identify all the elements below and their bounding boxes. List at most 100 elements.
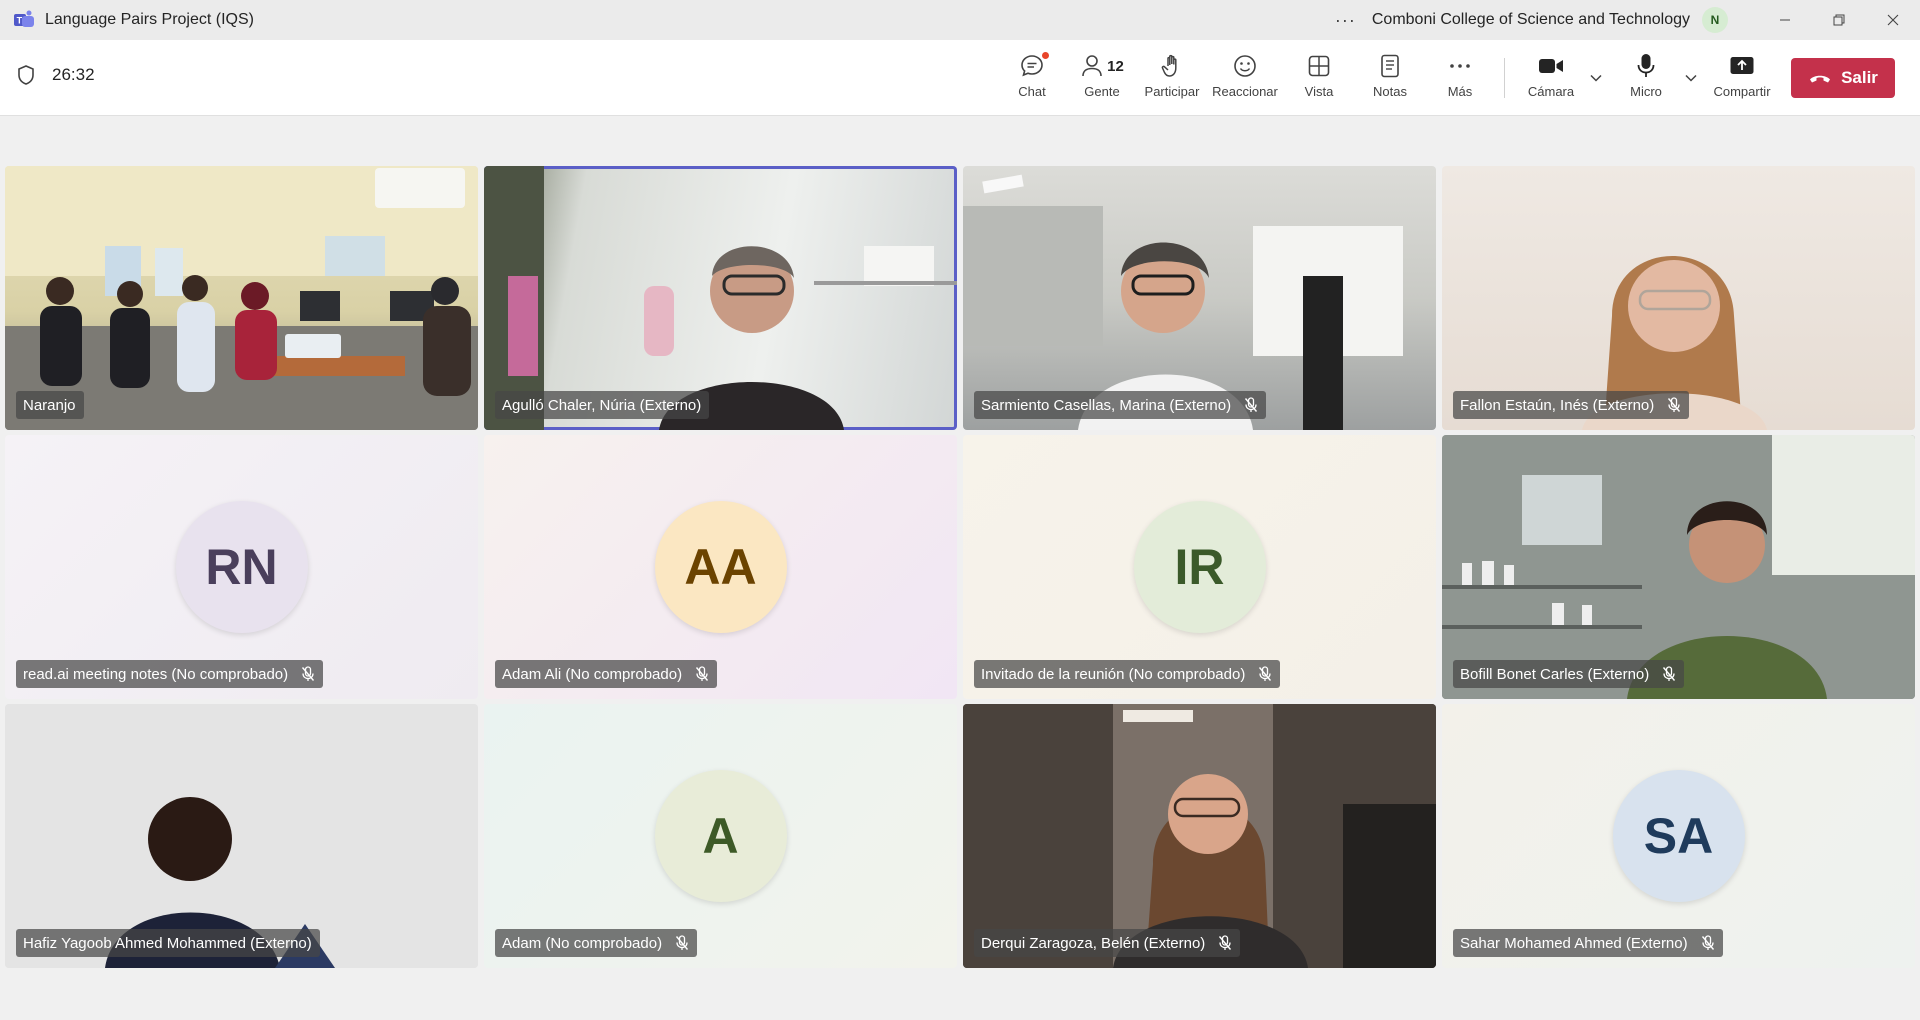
participant-name: Derqui Zaragoza, Belén (Externo): [981, 934, 1206, 952]
mic-off-icon: [1218, 935, 1232, 951]
shield-icon: [18, 65, 34, 85]
participant-name-tag: read.ai meeting notes (No comprobado): [16, 660, 324, 688]
close-button[interactable]: [1866, 0, 1920, 40]
participant-avatar: A: [654, 770, 787, 902]
chat-notification-dot: [1042, 52, 1049, 59]
raise-hand-button[interactable]: Participar: [1137, 50, 1207, 106]
participant-avatar: RN: [175, 501, 308, 633]
share-button[interactable]: Compartir: [1707, 50, 1777, 106]
participant-name: Invitado de la reunión (No comprobado): [981, 665, 1246, 683]
react-label: Reaccionar: [1212, 84, 1278, 99]
raise-hand-icon: [1161, 54, 1177, 77]
leave-button[interactable]: Salir: [1791, 58, 1895, 98]
svg-text:T: T: [17, 16, 23, 26]
mic-off-icon: [675, 935, 689, 951]
chevron-down-icon: [1590, 74, 1602, 82]
people-label: Gente: [1084, 84, 1120, 99]
microphone-label: Micro: [1630, 84, 1662, 99]
participant-name-tag: Sahar Mohamed Ahmed (Externo): [1453, 929, 1723, 957]
share-screen-icon: [1730, 57, 1754, 74]
participant-tile[interactable]: RN read.ai meeting notes (No comprobado): [5, 435, 478, 699]
people-count: 12: [1107, 57, 1124, 75]
participant-tile[interactable]: Hafiz Yagoob Ahmed Mohammed (Externo): [5, 704, 478, 968]
more-actions-label: Más: [1447, 84, 1473, 99]
participant-name: Agulló Chaler, Núria (Externo): [502, 396, 702, 414]
participant-name: Sahar Mohamed Ahmed (Externo): [1460, 934, 1688, 952]
microphone-icon: [1637, 54, 1655, 77]
participant-name: Adam (No comprobado): [502, 934, 663, 952]
participant-name: Adam Ali (No comprobado): [502, 665, 683, 683]
organization-name[interactable]: Comboni College of Science and Technolog…: [1372, 11, 1690, 29]
leave-label: Salir: [1841, 68, 1878, 87]
notes-button[interactable]: Notas: [1355, 50, 1425, 106]
more-options-icon[interactable]: ···: [1335, 11, 1356, 29]
participant-name: read.ai meeting notes (No comprobado): [23, 665, 289, 683]
more-horizontal-icon: [1450, 64, 1470, 68]
notes-icon: [1381, 54, 1399, 78]
mic-off-icon: [1244, 397, 1258, 413]
participant-tile[interactable]: Fallon Estaún, Inés (Externo): [1442, 166, 1915, 430]
chat-button[interactable]: Chat: [997, 50, 1067, 106]
avatar-initials: SA: [1643, 808, 1714, 864]
meeting-toolbar: 26:32 Chat 12 Gente Participar Reacciona…: [0, 40, 1920, 116]
participant-tile[interactable]: AA Adam Ali (No comprobado): [484, 435, 957, 699]
participant-tile[interactable]: Derqui Zaragoza, Belén (Externo): [963, 704, 1436, 968]
toolbar-separator: [1504, 58, 1505, 98]
minimize-button[interactable]: [1758, 0, 1812, 40]
participant-tile[interactable]: IR Invitado de la reunión (No comprobado…: [963, 435, 1436, 699]
chevron-down-icon: [1685, 74, 1697, 82]
people-icon: [1082, 55, 1102, 77]
view-label: Vista: [1304, 84, 1334, 99]
participant-name-tag: Agulló Chaler, Núria (Externo): [495, 391, 710, 419]
participant-name-tag: Sarmiento Casellas, Marina (Externo): [974, 391, 1267, 419]
restore-button[interactable]: [1812, 0, 1866, 40]
window-title: Language Pairs Project (IQS): [45, 11, 254, 28]
more-actions-button[interactable]: Más: [1425, 50, 1495, 106]
participant-name-tag: Adam (No comprobado): [495, 929, 698, 957]
participant-tile[interactable]: SA Sahar Mohamed Ahmed (Externo): [1442, 704, 1915, 968]
participant-tile[interactable]: Bofill Bonet Carles (Externo): [1442, 435, 1915, 699]
grid-view-icon: [1308, 55, 1330, 77]
avatar-initials: A: [702, 808, 739, 864]
participant-name-tag: Naranjo: [16, 391, 84, 419]
participant-avatar: IR: [1133, 501, 1266, 633]
minimize-icon: [1780, 19, 1790, 21]
mic-off-icon: [1667, 397, 1681, 413]
mic-off-icon: [695, 666, 709, 682]
participant-name-tag: Bofill Bonet Carles (Externo): [1453, 660, 1685, 688]
participant-grid: Naranjo Agulló Chaler, Núria (Externo) S…: [5, 166, 1915, 968]
avatar-initials: AA: [684, 539, 757, 595]
account-avatar[interactable]: N: [1702, 7, 1728, 33]
participant-tile[interactable]: Naranjo: [5, 166, 478, 430]
avatar-initials: RN: [205, 539, 278, 595]
title-bar: T Language Pairs Project (IQS) ··· Combo…: [0, 0, 1920, 40]
camera-options-button[interactable]: [1586, 68, 1606, 88]
avatar-initials: IR: [1174, 539, 1225, 595]
participant-tile-active-speaker[interactable]: Agulló Chaler, Núria (Externo): [484, 166, 957, 430]
chat-label: Chat: [1018, 84, 1046, 99]
chat-icon: [1021, 55, 1043, 77]
microphone-options-button[interactable]: [1681, 68, 1701, 88]
microphone-button[interactable]: Micro: [1611, 50, 1681, 106]
participant-tile[interactable]: Sarmiento Casellas, Marina (Externo): [963, 166, 1436, 430]
participant-avatar: AA: [654, 501, 787, 633]
people-button[interactable]: 12 Gente: [1067, 50, 1137, 106]
meeting-timer: 26:32: [52, 65, 95, 84]
mic-off-icon: [1258, 666, 1272, 682]
camera-label: Cámara: [1527, 84, 1575, 99]
react-button[interactable]: Reaccionar: [1210, 50, 1280, 106]
camera-icon: [1539, 59, 1563, 73]
share-label: Compartir: [1713, 84, 1771, 99]
participant-name-tag: Invitado de la reunión (No comprobado): [974, 660, 1281, 688]
participant-name-tag: Hafiz Yagoob Ahmed Mohammed (Externo): [16, 929, 320, 957]
camera-button[interactable]: Cámara: [1516, 50, 1586, 106]
hang-up-icon: [1810, 75, 1831, 83]
participant-name: Bofill Bonet Carles (Externo): [1460, 665, 1650, 683]
participant-tile[interactable]: A Adam (No comprobado): [484, 704, 957, 968]
mic-off-icon: [1701, 935, 1715, 951]
participant-name: Hafiz Yagoob Ahmed Mohammed (Externo): [23, 934, 312, 952]
close-icon: [1887, 14, 1899, 26]
view-button[interactable]: Vista: [1284, 50, 1354, 106]
restore-icon: [1833, 14, 1845, 26]
participant-name-tag: Derqui Zaragoza, Belén (Externo): [974, 929, 1241, 957]
